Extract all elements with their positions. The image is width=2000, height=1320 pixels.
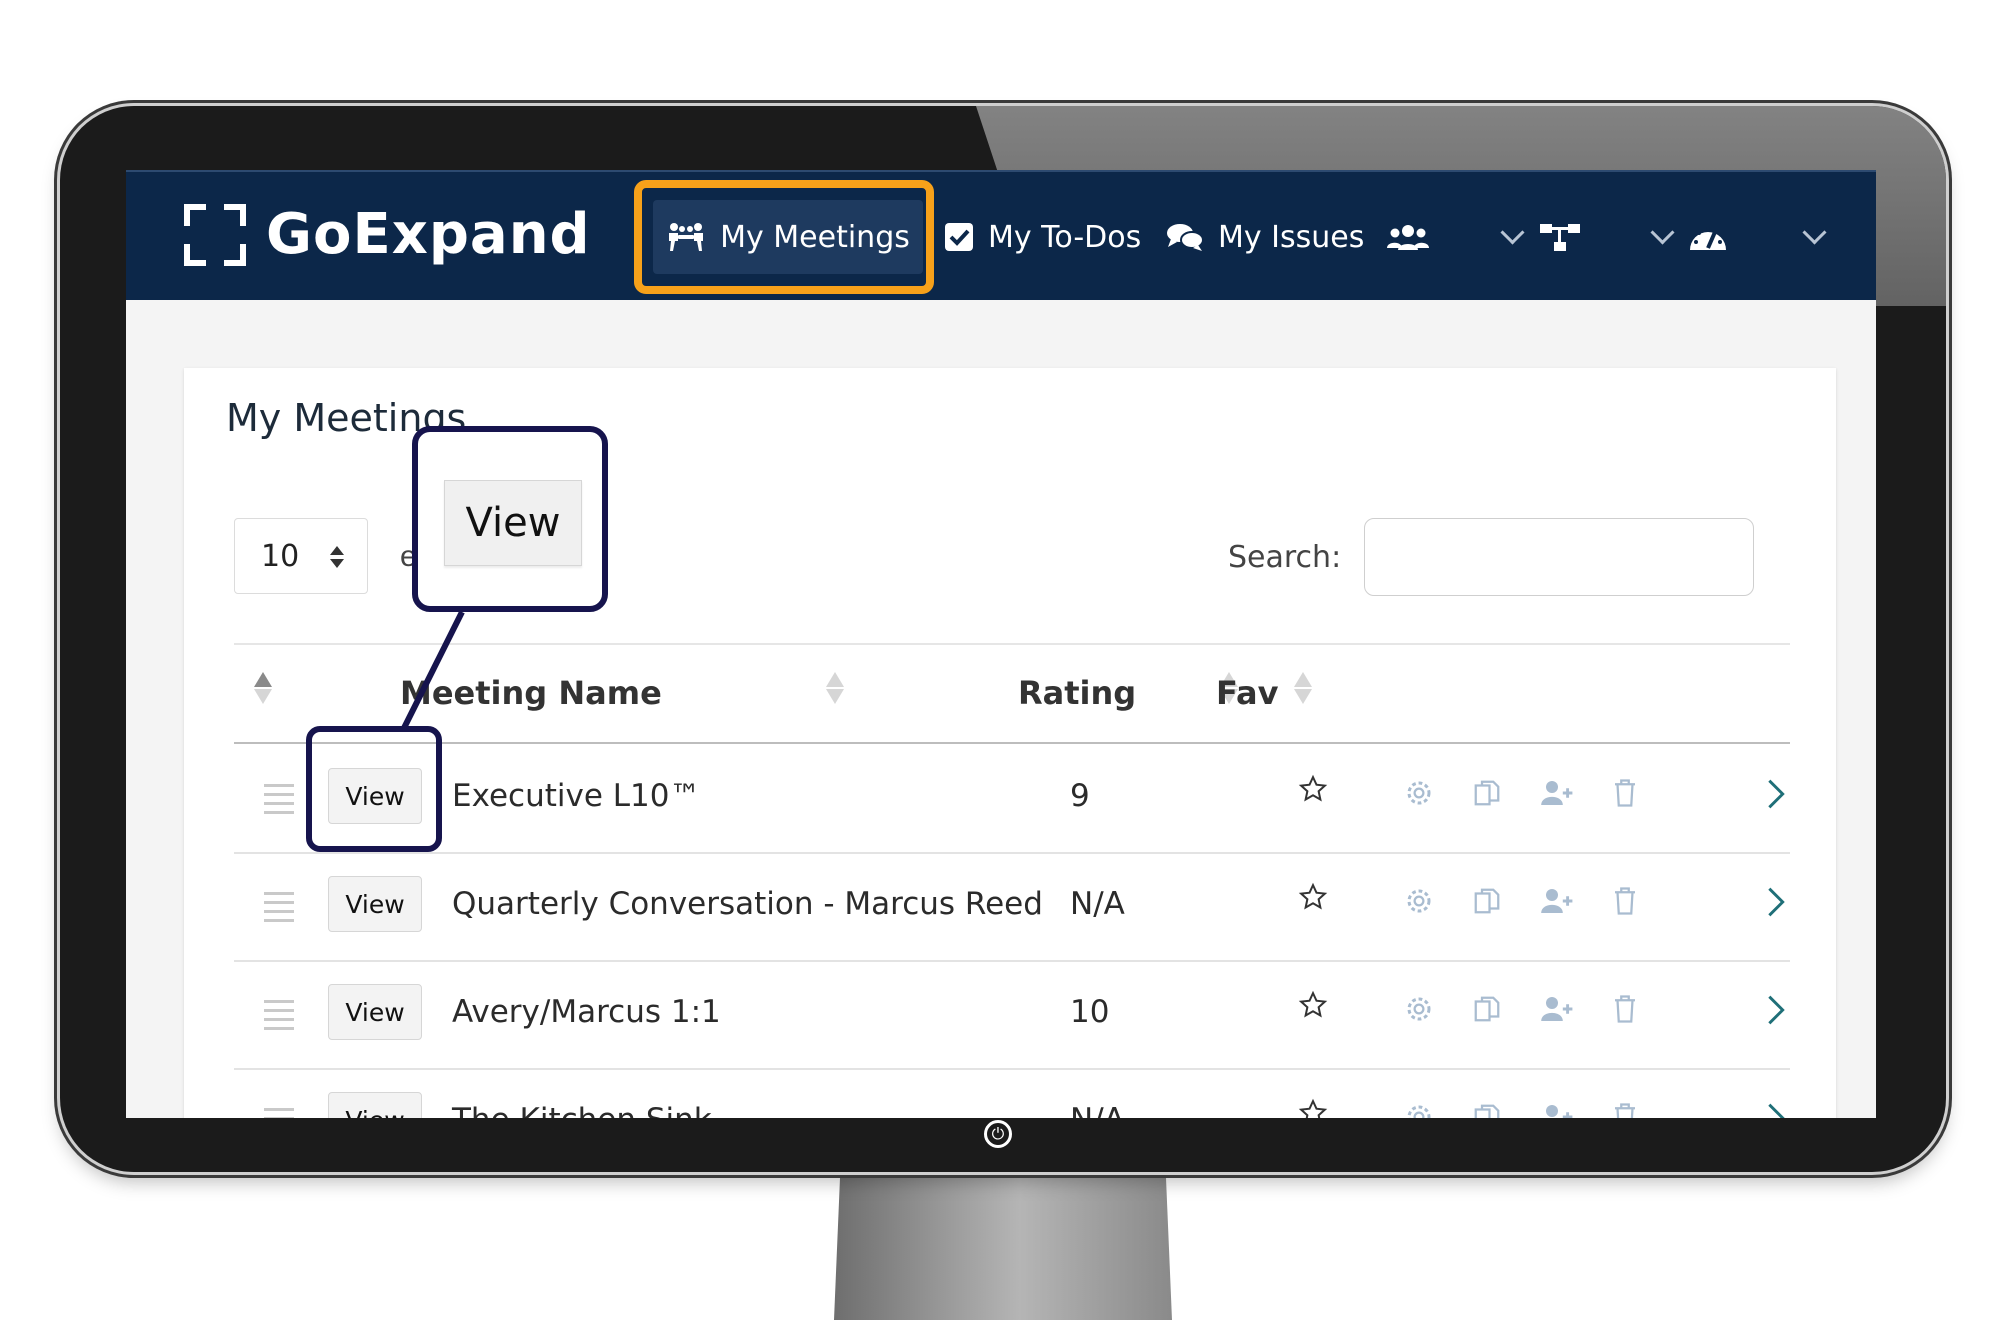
- star-icon[interactable]: [1298, 990, 1328, 1025]
- meeting-name: The Kitchen Sink: [452, 1102, 712, 1118]
- gear-icon[interactable]: [1404, 778, 1434, 813]
- copy-icon[interactable]: [1472, 994, 1502, 1029]
- dashboard-icon: [1688, 220, 1728, 254]
- logo-bracket-icon: [184, 204, 246, 266]
- column-header-meeting-name[interactable]: Meeting Name: [400, 674, 662, 712]
- users-icon: [1386, 222, 1430, 252]
- copy-icon[interactable]: [1472, 886, 1502, 921]
- meeting-rating: 10: [1070, 994, 1110, 1030]
- nav-users-menu[interactable]: [1386, 200, 1444, 274]
- page-length-select[interactable]: 10: [234, 518, 368, 594]
- nav-dashboard-menu[interactable]: [1688, 200, 1742, 274]
- add-user-icon[interactable]: [1540, 1102, 1576, 1118]
- drag-handle-icon[interactable]: [264, 892, 294, 928]
- search-input[interactable]: [1364, 518, 1754, 596]
- meeting-name: Quarterly Conversation - Marcus Reed: [452, 886, 1043, 922]
- my-meetings-highlight: [634, 180, 934, 294]
- table-row: View Avery/Marcus 1:1 10: [234, 960, 1790, 1070]
- sort-order-icon[interactable]: [254, 672, 272, 704]
- star-icon[interactable]: [1298, 774, 1328, 809]
- column-header-rating[interactable]: Rating: [1018, 674, 1136, 712]
- screen: GoExpand My Meetings My To-Dos My Issues…: [126, 170, 1876, 1118]
- drag-handle-icon[interactable]: [264, 1000, 294, 1036]
- chevron-down-icon[interactable]: [1650, 220, 1675, 245]
- meeting-rating: N/A: [1070, 1102, 1125, 1118]
- callout-view-button[interactable]: View: [444, 480, 582, 566]
- monitor-stand: [834, 1160, 1172, 1320]
- copy-icon[interactable]: [1472, 778, 1502, 813]
- sort-fav-icon[interactable]: [1294, 672, 1312, 704]
- checkbox-icon: [944, 222, 974, 252]
- meeting-rating: N/A: [1070, 886, 1125, 922]
- table-top-divider: [234, 643, 1790, 645]
- column-header-fav[interactable]: Fav: [1216, 674, 1278, 712]
- table-row: View The Kitchen Sink N/A: [234, 1068, 1790, 1118]
- nav-my-todos-label: My To-Dos: [988, 219, 1142, 255]
- chevron-right-icon[interactable]: [1766, 886, 1786, 923]
- view-button[interactable]: View: [328, 984, 422, 1040]
- drag-handle-icon[interactable]: [264, 784, 294, 820]
- meeting-name: Avery/Marcus 1:1: [452, 994, 721, 1030]
- comments-icon: [1166, 222, 1204, 252]
- chevron-down-icon[interactable]: [1802, 220, 1827, 245]
- page-length-value: 10: [261, 538, 300, 574]
- star-icon[interactable]: [1298, 1098, 1328, 1118]
- meeting-name: Executive L10™: [452, 778, 701, 814]
- gear-icon[interactable]: [1404, 994, 1434, 1029]
- view-button[interactable]: View: [328, 768, 422, 824]
- search-label: Search:: [1228, 540, 1342, 575]
- nav-my-issues[interactable]: My Issues: [1166, 200, 1364, 274]
- trash-icon[interactable]: [1612, 778, 1638, 813]
- chevron-right-icon[interactable]: [1766, 1102, 1786, 1118]
- nav-org-menu[interactable]: [1538, 200, 1596, 274]
- star-icon[interactable]: [1298, 882, 1328, 917]
- chevron-down-icon[interactable]: [1500, 220, 1525, 245]
- nav-my-todos[interactable]: My To-Dos: [944, 200, 1141, 274]
- chevron-right-icon[interactable]: [1766, 778, 1786, 815]
- gear-icon[interactable]: [1404, 886, 1434, 921]
- table-row: View Quarterly Conversation - Marcus Ree…: [234, 852, 1790, 962]
- trash-icon[interactable]: [1612, 886, 1638, 921]
- gear-icon[interactable]: [1404, 1102, 1434, 1118]
- chevron-right-icon[interactable]: [1766, 994, 1786, 1031]
- view-button[interactable]: View: [328, 1092, 422, 1118]
- org-chart-icon: [1538, 220, 1582, 254]
- trash-icon[interactable]: [1612, 1102, 1638, 1118]
- add-user-icon[interactable]: [1540, 778, 1576, 813]
- power-icon: ⏻: [984, 1120, 1012, 1148]
- logo-text: GoExpand: [266, 202, 591, 267]
- view-button[interactable]: View: [328, 876, 422, 932]
- add-user-icon[interactable]: [1540, 886, 1576, 921]
- sort-name-icon[interactable]: [826, 672, 844, 704]
- drag-handle-icon[interactable]: [264, 1108, 294, 1118]
- nav-my-issues-label: My Issues: [1218, 219, 1365, 255]
- meeting-rating: 9: [1070, 778, 1090, 814]
- add-user-icon[interactable]: [1540, 994, 1576, 1029]
- top-navbar: GoExpand My Meetings My To-Dos My Issues: [126, 170, 1876, 300]
- select-arrows-icon: [329, 543, 345, 578]
- callout-zoom-box: View: [412, 426, 608, 612]
- trash-icon[interactable]: [1612, 994, 1638, 1029]
- copy-icon[interactable]: [1472, 1102, 1502, 1118]
- table-row: View Executive L10™ 9: [234, 744, 1790, 854]
